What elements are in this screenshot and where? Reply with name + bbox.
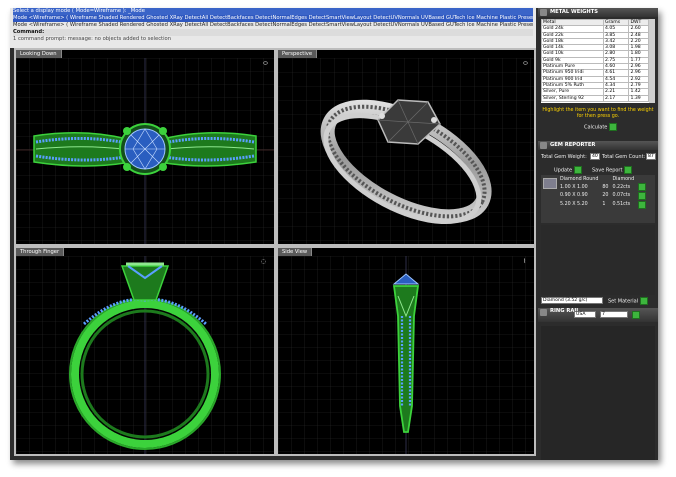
gem-weight: 0.22cts (612, 184, 631, 190)
ring-region-select[interactable]: USA (574, 311, 596, 318)
calculate-button[interactable]: Calculate (584, 123, 617, 131)
gem-select-button[interactable] (636, 192, 648, 201)
gem-size: 0.90 X 0.90 (560, 193, 588, 199)
command-history-line: Mode <Wireframe> ( Wireframe Shaded Rend… (13, 22, 533, 28)
gem-shape-header: Diamond Round (560, 177, 599, 182)
gem-thumbnail[interactable] (543, 178, 557, 189)
go-icon[interactable] (608, 123, 617, 131)
rendered-ring (278, 58, 534, 244)
view-cube-icon[interactable]: ◌ (261, 258, 266, 265)
gem-count: 80 (602, 184, 609, 190)
gem-size: 1.00 X 1.00 (560, 184, 588, 190)
go-icon[interactable] (638, 192, 647, 201)
pin-icon[interactable] (540, 309, 547, 316)
ring-rail-go-button[interactable] (632, 311, 640, 319)
wireframe-top-view (16, 58, 274, 244)
viewport-perspective[interactable]: Perspective ⬭ (276, 48, 536, 246)
gem-select-button[interactable] (636, 200, 648, 210)
command-area: Select a display mode ( Mode=Wireframe )… (10, 8, 536, 48)
go-icon[interactable] (638, 183, 647, 192)
update-label: Update (554, 167, 573, 174)
gem-list-empty-area (541, 225, 655, 295)
table-cell: 2.17 (602, 94, 630, 102)
gem-count: 1 (602, 202, 606, 208)
update-button[interactable]: Update (554, 166, 582, 174)
metal-weights-header[interactable]: METAL WEIGHTS (538, 8, 658, 17)
view-cube-icon[interactable]: ⬭ (263, 60, 268, 68)
viewport-front[interactable]: Through Finger ◌ (14, 246, 276, 456)
table-scrollbar[interactable] (649, 19, 655, 103)
table-cell: Silver, Sterling 92 (541, 94, 604, 102)
gem-weight: 0.07cts (612, 193, 631, 199)
gem-reporter-header[interactable]: GEM REPORTER (538, 141, 658, 150)
view-cube-icon[interactable]: ⌇ (523, 258, 526, 265)
gem-row[interactable]: 0.90 X 0.90 20 0.07cts (558, 192, 648, 201)
set-material-label: Set Material (608, 298, 639, 305)
viewport-title[interactable]: Side View (278, 248, 313, 256)
calculate-label: Calculate (584, 124, 608, 131)
panel-empty-area (541, 326, 655, 460)
total-gem-count-label: Total Gem Count: (602, 154, 646, 160)
pin-icon[interactable] (540, 9, 547, 16)
gem-reporter-title: GEM REPORTER (550, 142, 596, 148)
save-report-button[interactable]: Save Report (592, 166, 633, 174)
ring-rail-header[interactable]: RING RAIL (538, 308, 658, 322)
view-cube-icon[interactable]: ⬭ (523, 60, 528, 68)
total-gem-weight-field: 40 (590, 153, 600, 160)
tools-panel: METAL WEIGHTS Metal Grams DWT Gold 24k 4.… (538, 8, 658, 460)
set-material-button[interactable]: Set Material (608, 297, 648, 305)
gem-row[interactable]: 5.20 X 5.20 1 0.51cts (558, 200, 648, 210)
save-report-label: Save Report (592, 167, 623, 174)
application-window: Select a display mode ( Mode=Wireframe )… (10, 8, 658, 460)
viewport-title[interactable]: Looking Down (16, 50, 62, 58)
command-history-line: Mode <Wireframe> ( Wireframe Shaded Rend… (13, 15, 533, 22)
command-prompt-input[interactable]: Command: (13, 29, 533, 36)
total-gem-count-field: 87 (646, 153, 656, 160)
gem-weight: 0.51cts (612, 202, 631, 208)
viewport-title[interactable]: Through Finger (16, 248, 65, 256)
go-icon[interactable] (624, 166, 633, 174)
viewport-top[interactable]: Looking Down ⬭ (14, 48, 276, 246)
gem-select-button[interactable] (636, 183, 648, 192)
metal-weights-title: METAL WEIGHTS (550, 9, 599, 15)
metal-weights-table[interactable]: Metal Grams DWT Gold 24k 4.05 2.60 Gold 22k… (541, 19, 655, 103)
wireframe-front-view (16, 256, 274, 454)
weights-help-text: Highlight the item you want to find the … (542, 108, 654, 119)
table-cell: 1.39 (628, 94, 649, 102)
gem-row[interactable]: 1.00 X 1.00 80 0.22cts (558, 183, 648, 192)
gem-size: 5.20 X 5.20 (560, 202, 588, 208)
pin-icon[interactable] (540, 142, 547, 149)
gem-material-header: Diamond (612, 177, 635, 182)
total-gem-weight-label: Total Gem Weight: (541, 154, 587, 160)
go-icon[interactable] (638, 200, 647, 209)
viewport-side[interactable]: Side View ⌇ (276, 246, 536, 456)
gem-list[interactable]: Diamond Round Diamond 1.00 X 1.00 80 0.22c… (541, 175, 655, 223)
viewport-title[interactable]: Perspective (278, 50, 318, 58)
go-icon[interactable] (573, 166, 582, 174)
material-select[interactable]: Diamond (3.52 g/c) (541, 297, 603, 304)
go-icon[interactable] (632, 311, 640, 319)
wireframe-side-view (278, 256, 534, 454)
ring-size-select[interactable]: 7 (600, 311, 628, 318)
gem-count: 20 (602, 193, 609, 199)
table-row[interactable]: Silver, Sterling 92 2.17 1.39 (541, 94, 649, 102)
command-history-line: Select a display mode ( Mode=Wireframe )… (13, 8, 533, 15)
go-icon[interactable] (639, 297, 648, 305)
command-message: 1 command prompt: message: no objects ad… (13, 36, 171, 42)
